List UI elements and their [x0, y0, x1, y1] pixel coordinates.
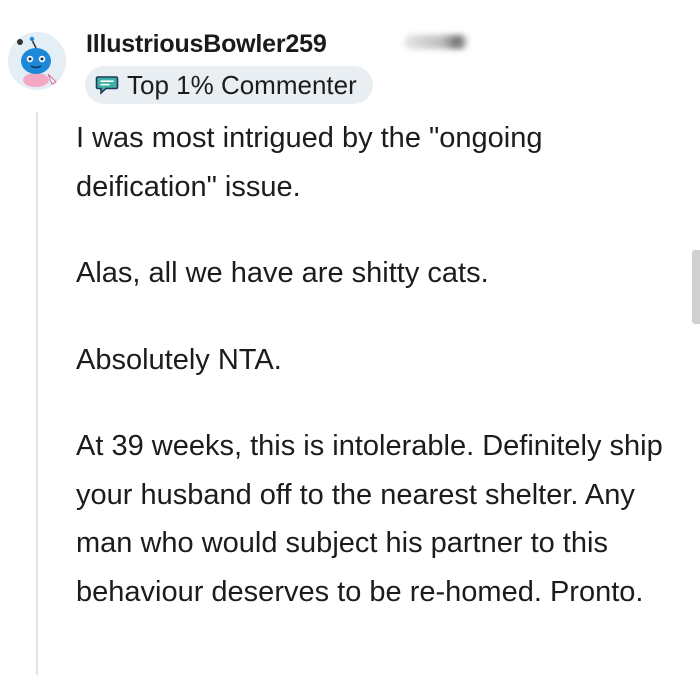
thread-collapse-line[interactable] [36, 112, 38, 675]
avatar[interactable] [8, 32, 66, 90]
speech-bubble-icon [95, 76, 119, 95]
comment-body: I was most intrigued by the "ongoing dei… [76, 114, 688, 654]
comment-username[interactable]: IllustriousBowler259 [86, 30, 327, 59]
comment-paragraph: I was most intrigued by the "ongoing dei… [76, 122, 543, 203]
snoo-avatar-icon [8, 32, 66, 90]
comment-timestamp-blurred [404, 35, 468, 49]
flair-label: Top 1% Commenter [127, 69, 357, 100]
comment-paragraph: At 39 weeks, this is intolerable. Defini… [76, 430, 663, 608]
comment-paragraph: Alas, all we have are shitty cats. [76, 257, 489, 289]
comment-paragraph: Absolutely NTA. [76, 343, 282, 376]
scrollbar[interactable] [692, 250, 700, 324]
user-flair-badge: Top 1% Commenter [85, 66, 373, 104]
